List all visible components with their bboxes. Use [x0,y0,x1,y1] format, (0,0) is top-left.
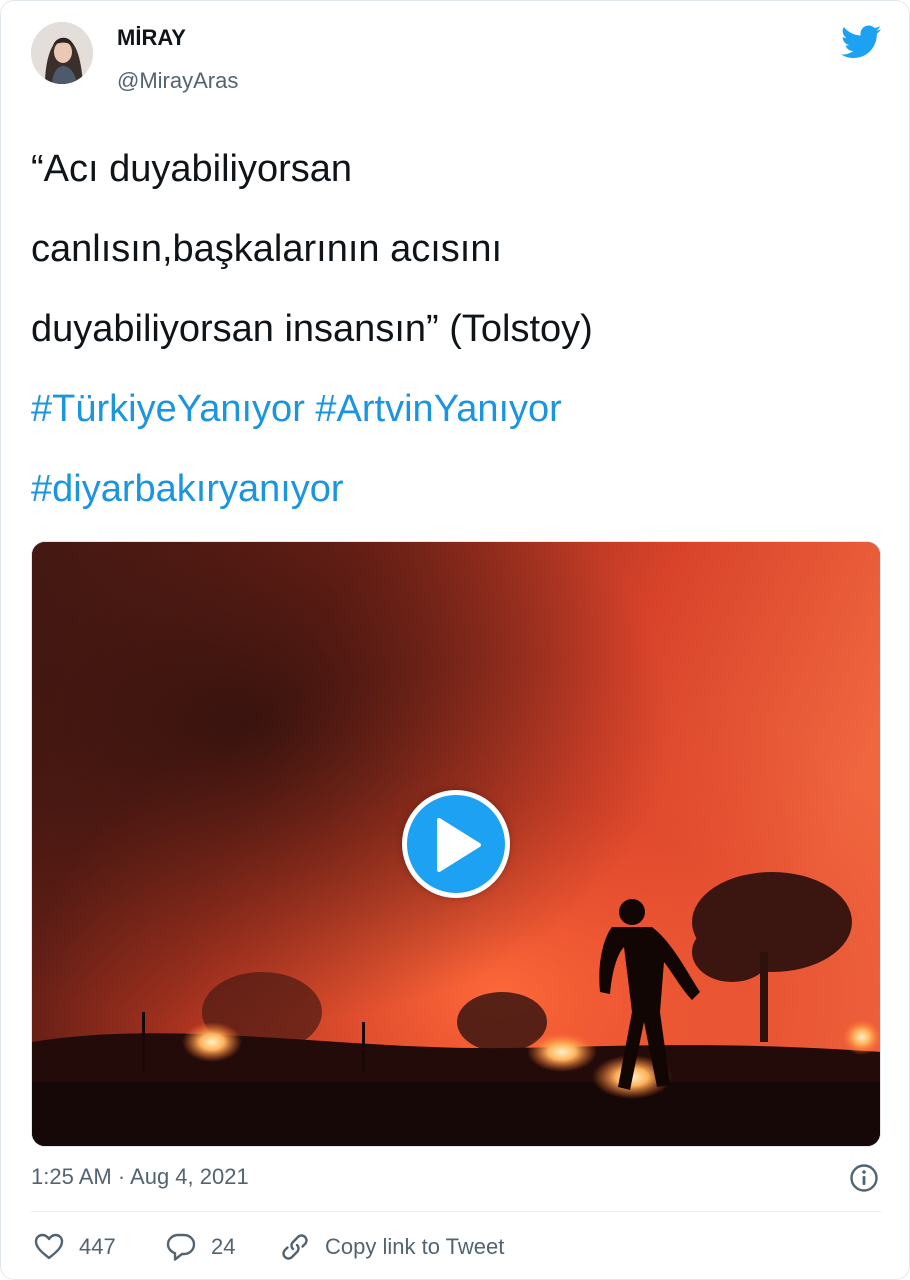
reply-icon [165,1231,197,1263]
reply-button[interactable]: 24 [165,1227,235,1267]
avatar[interactable] [31,22,93,84]
play-button[interactable] [402,790,510,898]
reply-count: 24 [211,1234,236,1259]
display-name[interactable]: MİRAY [117,25,186,51]
copy-link-label: Copy link to Tweet [325,1234,505,1259]
like-button[interactable]: 447 [33,1227,116,1267]
hashtag-link[interactable]: #ArtvinYanıyor [315,388,561,430]
hashtag-line: #TürkiyeYanıyor #ArtvinYanıyor [31,369,871,449]
hashtag-link[interactable]: #diyarbakıryanıyor [31,468,344,510]
video-player[interactable] [31,541,881,1147]
tweet-text: “Acı duyabiliyorsan canlısın,başkalarını… [31,129,871,529]
like-count: 447 [79,1234,116,1259]
tweet-actions: 447 24 Copy link to Tweet [31,1227,881,1267]
tweet-line: duyabiliyorsan insansın” (Tolstoy) [31,308,593,350]
heart-icon [33,1231,65,1263]
twitter-bird-icon[interactable] [841,25,881,59]
tweet-line: “Acı duyabiliyorsan [31,148,353,190]
copy-link-button[interactable]: Copy link to Tweet [279,1227,504,1267]
play-icon [437,818,481,872]
divider [31,1211,881,1212]
hashtag-line: #diyarbakıryanıyor [31,449,871,529]
tweet-card: MİRAY @MirayAras “Acı duyabiliyorsan can… [0,0,910,1280]
user-handle[interactable]: @MirayAras [117,68,238,94]
hashtag-link[interactable]: #TürkiyeYanıyor [31,388,305,430]
tweet-line: canlısın,başkalarının acısını [31,228,503,270]
tweet-timestamp[interactable]: 1:25 AM · Aug 4, 2021 [31,1164,249,1190]
link-icon [279,1231,311,1263]
info-icon[interactable] [849,1163,879,1193]
